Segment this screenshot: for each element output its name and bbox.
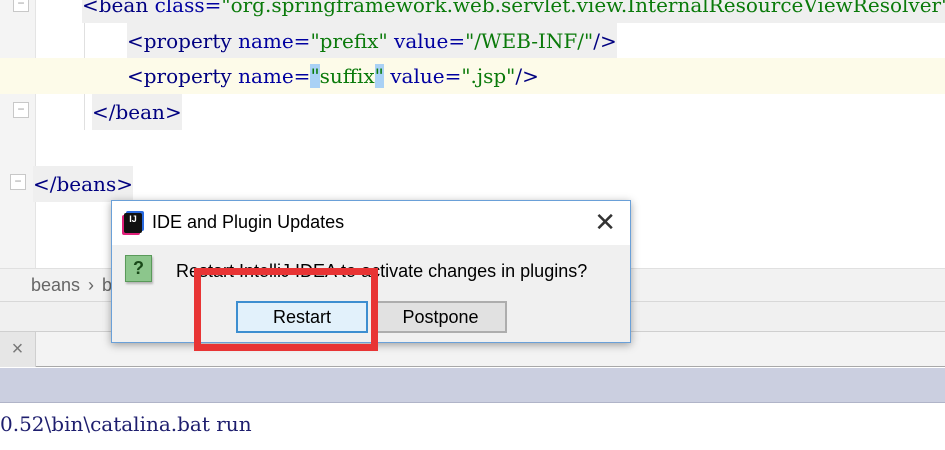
plugin-updates-dialog: IJ IDE and Plugin Updates ✕ ? Restart In…	[111, 200, 631, 343]
postpone-button[interactable]: Postpone	[374, 301, 507, 333]
console-output: 0.52\bin\catalina.bat run	[0, 404, 945, 450]
fold-icon[interactable]: −	[10, 174, 26, 190]
restart-button[interactable]: Restart	[236, 301, 368, 333]
fold-icon[interactable]: −	[13, 0, 29, 12]
close-icon[interactable]: ×	[0, 332, 36, 367]
dialog-title: IDE and Plugin Updates	[152, 212, 345, 232]
code-line: </bean>	[0, 94, 945, 130]
code-line-current: <property name="suffix" value=".jsp"/>	[0, 58, 945, 94]
question-icon: ?	[125, 255, 152, 282]
code-line: <property name="prefix" value="/WEB-INF/…	[0, 23, 945, 59]
console-line: 0.52\bin\catalina.bat run	[0, 412, 252, 436]
breadcrumb-item[interactable]: beans	[31, 275, 80, 295]
fold-icon[interactable]: −	[13, 102, 29, 118]
intellij-logo-icon: IJ	[124, 213, 142, 233]
code-line: </beans>	[0, 166, 945, 202]
tool-window-header	[0, 368, 945, 403]
dialog-message: Restart IntelliJ IDEA to activate change…	[176, 261, 588, 281]
code-line: <bean class="org.springframework.web.ser…	[0, 0, 945, 23]
close-icon[interactable]: ✕	[594, 207, 616, 238]
breadcrumb-separator: ›	[88, 275, 95, 295]
dialog-title-bar[interactable]: IJ IDE and Plugin Updates ✕	[112, 201, 630, 245]
